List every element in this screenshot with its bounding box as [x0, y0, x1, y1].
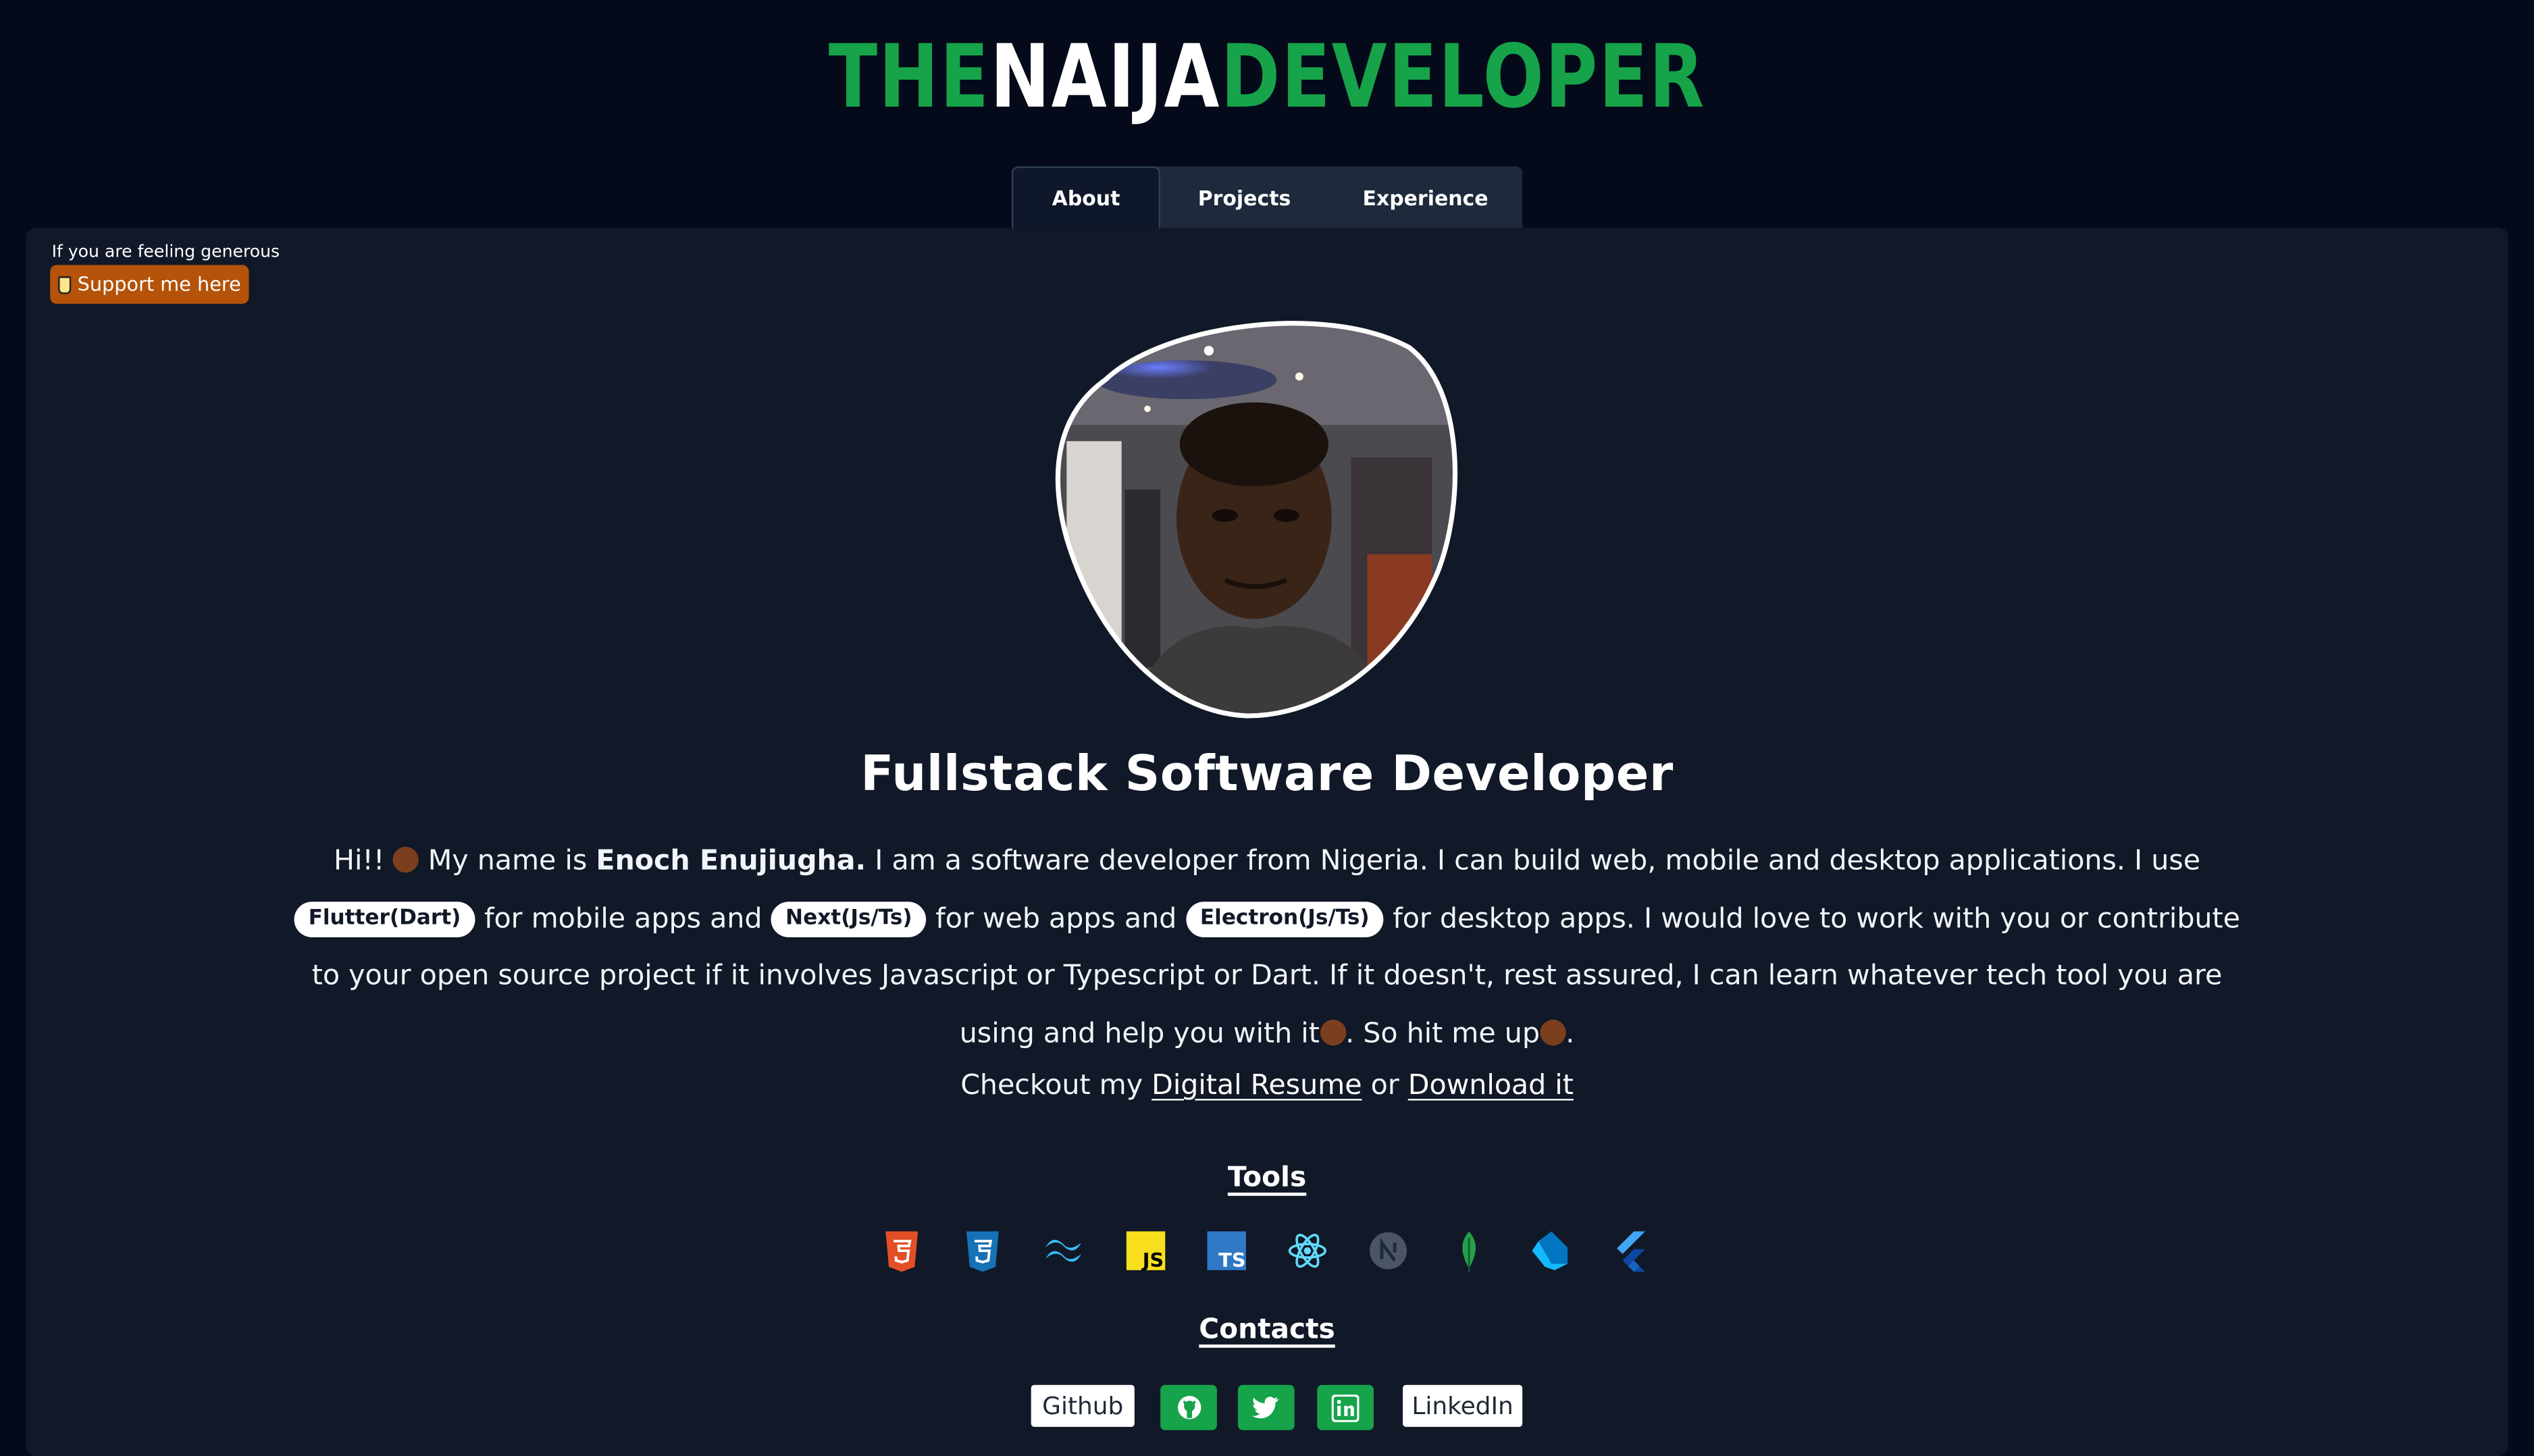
- tab-about[interactable]: About: [1011, 166, 1161, 228]
- dart-icon: [1532, 1231, 1568, 1270]
- tools-title: Tools: [1227, 1162, 1307, 1195]
- typescript-icon: TS: [1207, 1231, 1246, 1272]
- chip-flutter: Flutter(Dart): [294, 901, 475, 937]
- logo-part-naija: NAIJA: [990, 26, 1221, 128]
- tailwind-icon: [1045, 1239, 1081, 1262]
- tab-projects[interactable]: Projects: [1160, 166, 1328, 228]
- linkedin-button[interactable]: [1317, 1384, 1374, 1430]
- react-icon: [1288, 1233, 1326, 1268]
- download-resume-link[interactable]: Download it: [1408, 1070, 1574, 1102]
- bio-text-3: for web apps and: [927, 902, 1186, 935]
- tools-row: JS TS: [881, 1228, 1657, 1277]
- resume-line: Checkout my Digital Resume or Download i…: [0, 1070, 2534, 1102]
- coffee-cup-icon: [57, 275, 72, 294]
- site-logo[interactable]: THENAIJADEVELOPER: [228, 26, 2306, 128]
- clapping-hands-icon: [393, 846, 419, 873]
- logo-part-developer: DEVELOPER: [1220, 26, 1706, 128]
- flutter-icon: [1617, 1231, 1645, 1272]
- github-icon: [1176, 1395, 1201, 1420]
- support-button-label: Support me here: [77, 273, 241, 296]
- tab-experience[interactable]: Experience: [1328, 166, 1522, 228]
- flexed-bicep-icon: [1319, 1018, 1346, 1045]
- bio-text-6: .: [1566, 1017, 1575, 1050]
- svg-text:JS: JS: [1141, 1249, 1164, 1272]
- page: THENAIJADEVELOPER About Projects Experie…: [0, 0, 2534, 1456]
- github-tooltip: Github: [1031, 1384, 1135, 1427]
- logo-part-the: THE: [828, 26, 991, 128]
- bio-text-2: for mobile apps and: [475, 902, 771, 935]
- linkedin-icon: [1331, 1393, 1360, 1422]
- resume-middle: or: [1362, 1070, 1408, 1102]
- contacts-title: Contacts: [1199, 1314, 1335, 1347]
- headline: Fullstack Software Developer: [860, 746, 1674, 804]
- svg-text:TS: TS: [1218, 1249, 1245, 1272]
- bio-paragraph: Hi!! My name is Enoch Enujiugha. I am a …: [291, 834, 2244, 1064]
- support-button[interactable]: Support me here: [50, 265, 249, 304]
- javascript-icon: JS: [1126, 1231, 1166, 1272]
- support-caption: If you are feeling generous: [51, 242, 280, 262]
- bio-greeting: Hi!!: [334, 845, 385, 878]
- digital-resume-link[interactable]: Digital Resume: [1152, 1070, 1362, 1102]
- chip-electron: Electron(Js/Ts): [1185, 901, 1385, 937]
- nextjs-icon: [1369, 1232, 1407, 1270]
- css3-icon: [966, 1231, 999, 1272]
- resume-prefix: Checkout my: [960, 1070, 1152, 1102]
- chip-next: Next(Js/Ts): [771, 901, 927, 937]
- bio-name: Enoch Enujiugha.: [596, 845, 867, 878]
- linkedin-tooltip: LinkedIn: [1403, 1384, 1523, 1427]
- bio-text-5: . So hit me up: [1345, 1017, 1540, 1050]
- github-button[interactable]: [1160, 1384, 1217, 1430]
- bio-text-1: I am a software developer from Nigeria. …: [866, 845, 2201, 878]
- victory-hand-icon: [1539, 1018, 1566, 1045]
- twitter-icon: [1252, 1396, 1278, 1418]
- twitter-button[interactable]: [1237, 1384, 1295, 1430]
- profile-avatar: [1055, 321, 1458, 719]
- tab-bar: About Projects Experience: [1011, 166, 1523, 228]
- mongodb-icon: [1462, 1231, 1476, 1272]
- bio-intro: My name is: [419, 845, 596, 878]
- html5-icon: [885, 1231, 919, 1272]
